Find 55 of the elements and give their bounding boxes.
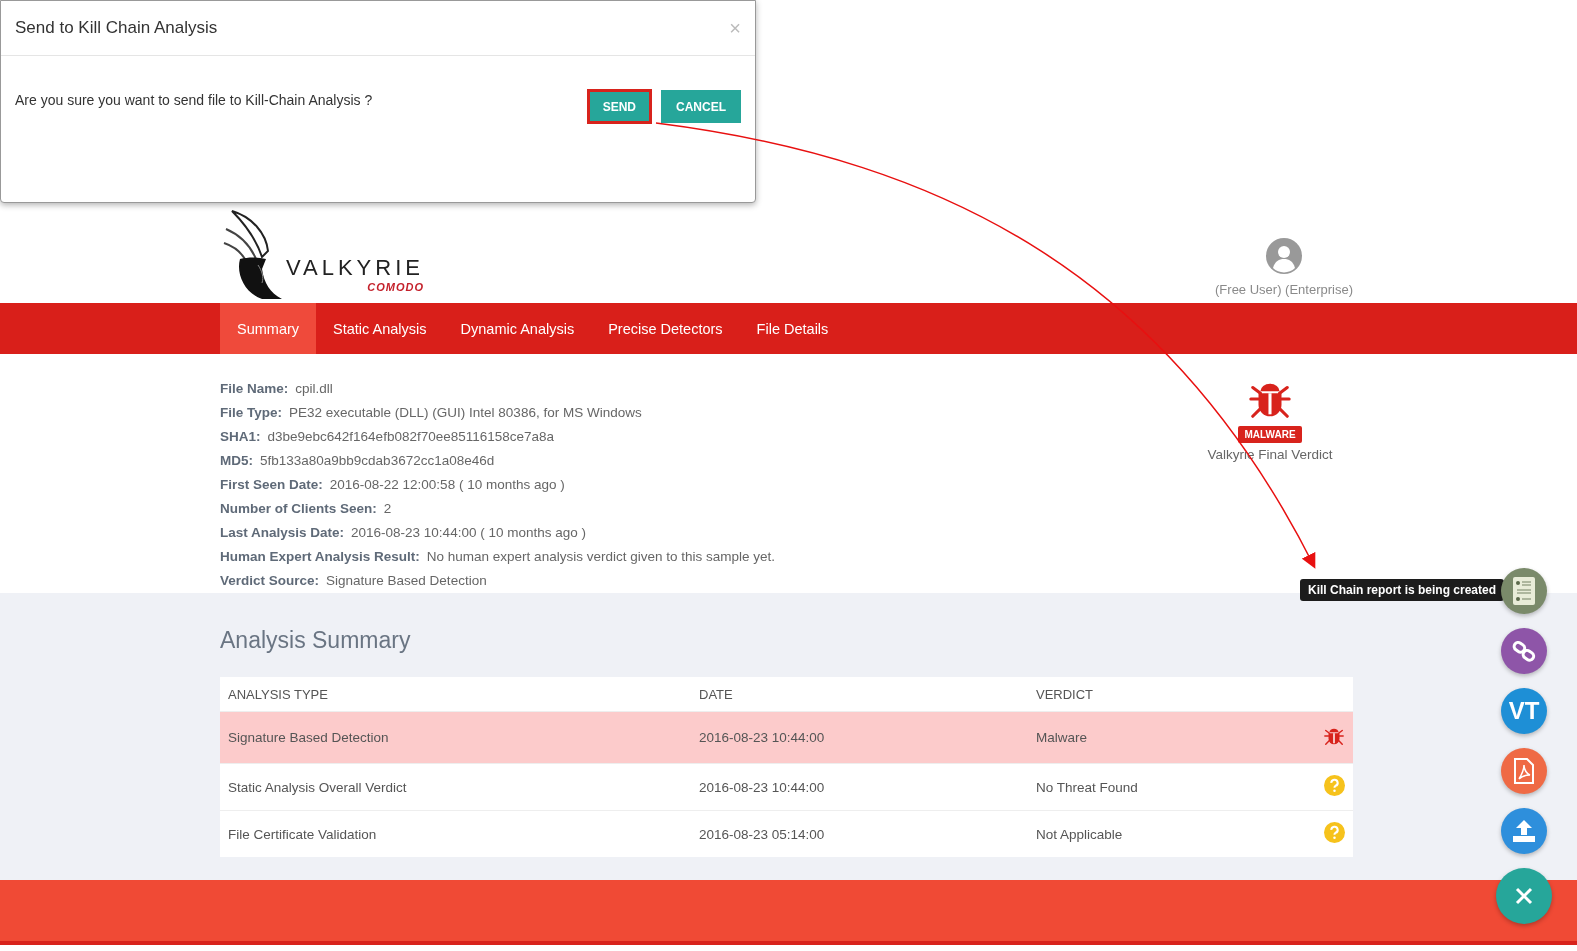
field-value: Signature Based Detection [326, 572, 487, 588]
field-label: Human Expert Analysis Result: [220, 548, 420, 564]
document-icon [1511, 576, 1537, 606]
field-value: 5fb133a80a9bb9cdab3672cc1a08e46d [260, 452, 495, 468]
field-value: PE32 executable (DLL) (GUI) Intel 80386, for MS Windows [289, 404, 642, 420]
question-icon [1324, 775, 1345, 796]
table-cell: Malware [1028, 711, 1307, 764]
field-value: d3be9ebc642f164efb082f70ee85116158ce7a8a [267, 428, 555, 444]
upload-icon [1510, 818, 1538, 844]
pdf-icon [1512, 757, 1536, 785]
dialog-message: Are you sure you want to send file to Kill-Chain Analysis ? [15, 92, 373, 110]
report-button[interactable] [1501, 568, 1547, 614]
avatar-icon[interactable] [1266, 238, 1302, 274]
table-cell: File Certificate Validation [220, 810, 691, 857]
table-cell: 2016-08-23 10:44:00 [691, 763, 1028, 811]
cancel-button[interactable]: CANCEL [661, 90, 741, 123]
field-label: Verdict Source: [220, 572, 320, 588]
table-cell: No Threat Found [1028, 763, 1307, 811]
logo-wordmark: VALKYRIE [286, 255, 424, 281]
dialog-title: Send to Kill Chain Analysis [15, 18, 218, 38]
field-label: File Type: [220, 404, 282, 420]
field-value: No human expert analysis verdict given to this sample yet. [426, 548, 775, 564]
field-value: cpil.dll [295, 380, 333, 396]
section-title: Analysis Summary [220, 626, 412, 655]
field-label: MD5: [220, 452, 253, 468]
field-value: 2016-08-23 10:44:00 ( 10 months ago ) [351, 524, 586, 540]
field-label: File Name: [220, 380, 289, 396]
nav-tab[interactable]: File Details [739, 303, 846, 354]
table-cell: Not Applicable [1028, 810, 1307, 857]
account-type: (Free User) (Enterprise) [1215, 282, 1353, 297]
close-icon [1514, 886, 1534, 906]
column-header: VERDICT [1028, 677, 1307, 712]
table-cell: 2016-08-23 05:14:00 [691, 810, 1028, 857]
field-label: Last Analysis Date: [220, 524, 345, 540]
field-label: Number of Clients Seen: [220, 500, 377, 516]
field-value: 2016-08-22 12:00:58 ( 10 months ago ) [329, 476, 565, 492]
close-button[interactable]: × [729, 16, 741, 40]
nav-tab[interactable]: Summary [220, 303, 317, 354]
table-cell: 2016-08-23 10:44:00 [691, 711, 1028, 764]
nav-tab[interactable]: Precise Detectors [591, 303, 740, 354]
chain-link-icon [1511, 638, 1537, 664]
table-cell: Static Analysis Overall Verdict [220, 763, 691, 811]
table-cell: Signature Based Detection [220, 711, 691, 764]
nav-tab[interactable]: Static Analysis [316, 303, 444, 354]
nav-tab[interactable]: Dynamic Analysis [443, 303, 592, 354]
verdict-badge: MALWARE [1238, 426, 1302, 443]
logo-brand: COMODO [367, 281, 424, 293]
send-button[interactable]: SEND [587, 90, 651, 123]
field-label: First Seen Date: [220, 476, 323, 492]
question-icon [1324, 822, 1345, 843]
field-value: 2 [383, 500, 392, 516]
column-header: DATE [691, 677, 1028, 712]
tooltip: Kill Chain report is being created [1300, 579, 1505, 601]
field-label: SHA1: [220, 428, 261, 444]
column-header: ANALYSIS TYPE [220, 677, 691, 712]
